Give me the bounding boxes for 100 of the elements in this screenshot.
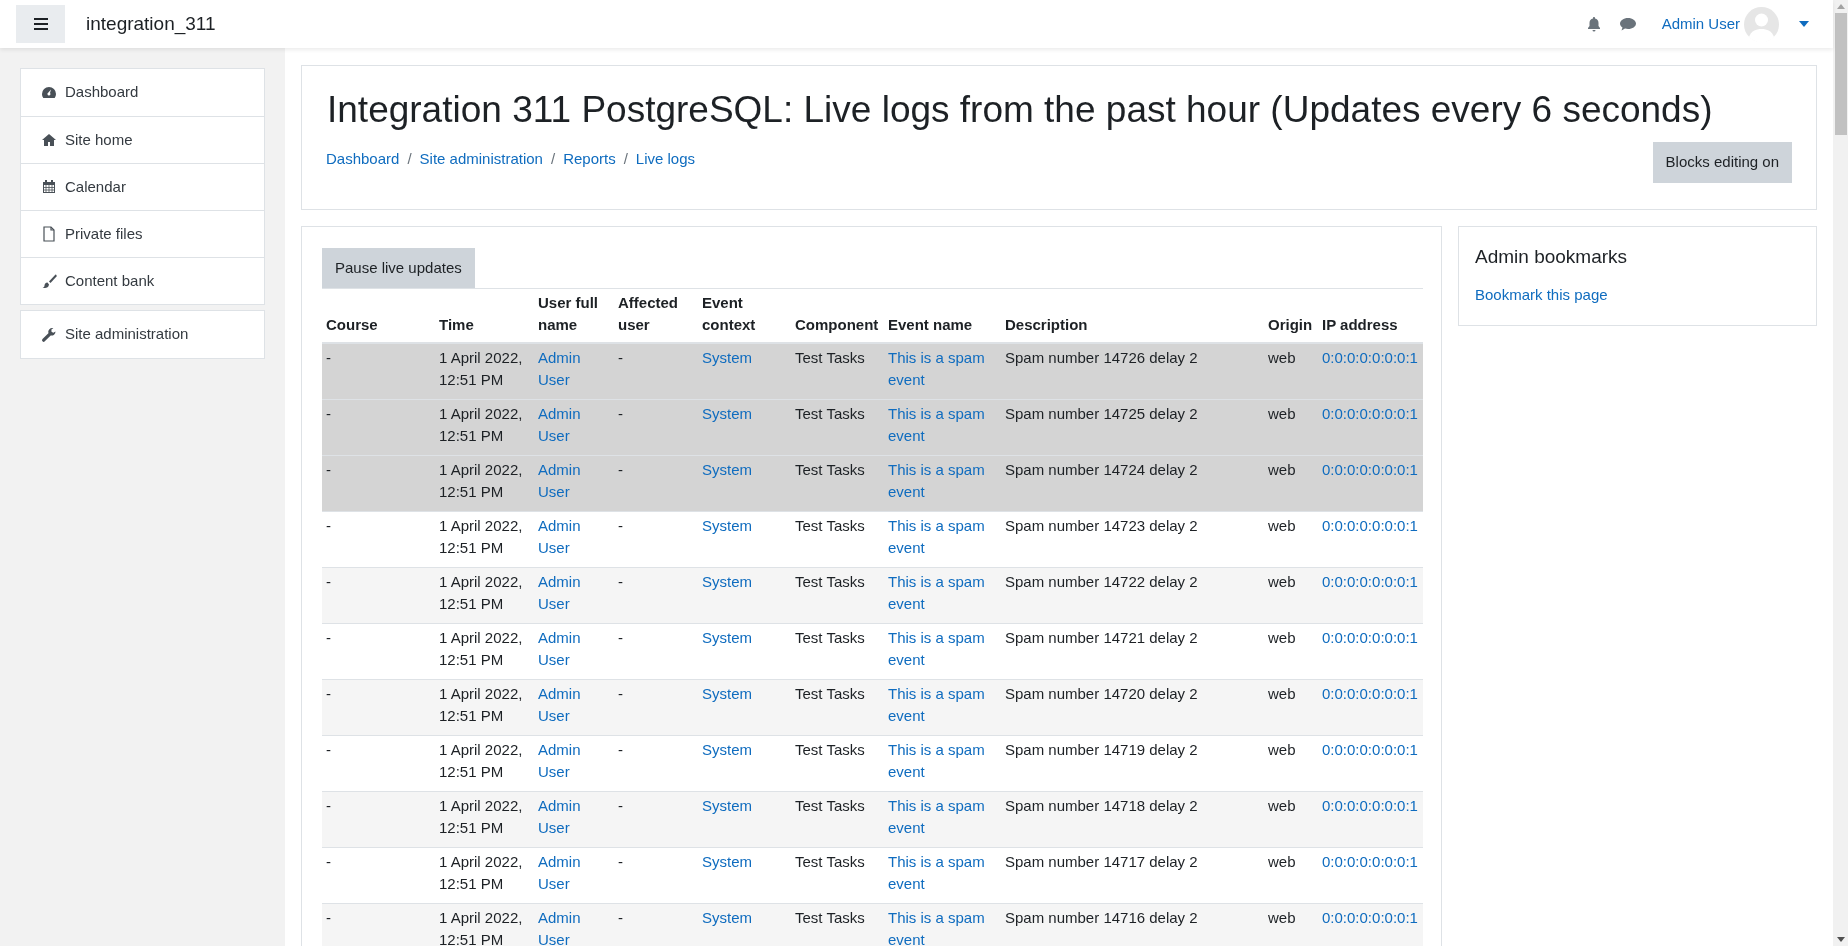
table-cell: Test Tasks (795, 797, 865, 815)
house-icon (41, 132, 57, 148)
table-link[interactable]: System (702, 571, 787, 594)
table-cell: web (1268, 349, 1296, 367)
table-cell: - (326, 405, 331, 423)
table-cell: Test Tasks (795, 741, 865, 759)
table-link[interactable]: System (702, 403, 787, 426)
scrollbar-thumb[interactable] (1834, 13, 1847, 135)
table-link[interactable]: System (702, 459, 787, 482)
table-cell: - (326, 741, 331, 759)
table-link[interactable]: This is a spam event (888, 795, 997, 840)
user-name-link[interactable]: Admin User (1661, 12, 1740, 36)
table-link[interactable]: System (702, 739, 787, 762)
table-link[interactable]: 0:0:0:0:0:0:0:1 (1322, 403, 1419, 426)
table-cell: - (618, 573, 623, 591)
scroll-down-icon[interactable] (1836, 937, 1845, 942)
table-link[interactable]: Admin User (538, 795, 610, 840)
table-link[interactable]: 0:0:0:0:0:0:0:1 (1322, 739, 1419, 762)
table-cell: - (326, 461, 331, 479)
table-link[interactable]: This is a spam event (888, 739, 997, 784)
table-cell: - (326, 685, 331, 703)
menu-button[interactable] (16, 5, 65, 43)
table-link[interactable]: Admin User (538, 851, 610, 896)
table-link[interactable]: This is a spam event (888, 627, 997, 672)
table-link[interactable]: System (702, 851, 787, 874)
table-link[interactable]: Admin User (538, 739, 610, 784)
table-link[interactable]: Admin User (538, 403, 610, 448)
table-link[interactable]: Admin User (538, 459, 610, 504)
table-cell: Test Tasks (795, 517, 865, 535)
table-link[interactable]: Admin User (538, 627, 610, 672)
sidebar-item[interactable]: Site administration (21, 311, 264, 358)
table-cell: Test Tasks (795, 629, 865, 647)
table-cell: - (618, 685, 623, 703)
file-icon (41, 226, 57, 242)
table-cell: - (618, 853, 623, 871)
table-link[interactable]: System (702, 795, 787, 818)
table-cell: Spam number 14726 delay 2 (1005, 349, 1198, 367)
table-link[interactable]: Admin User (538, 907, 610, 946)
sidebar-item[interactable]: Content bank (21, 257, 264, 304)
table-cell: Spam number 14720 delay 2 (1005, 685, 1198, 703)
table-link[interactable]: 0:0:0:0:0:0:0:1 (1322, 571, 1419, 594)
table-link[interactable]: Admin User (538, 347, 610, 392)
chat-bubble-icon[interactable] (1618, 16, 1637, 32)
table-link[interactable]: 0:0:0:0:0:0:0:1 (1322, 627, 1419, 650)
blocks-editing-button[interactable]: Blocks editing on (1652, 142, 1792, 183)
table-link[interactable]: Admin User (538, 683, 610, 728)
table-cell: - (326, 517, 331, 535)
table-link[interactable]: 0:0:0:0:0:0:0:1 (1322, 459, 1419, 482)
table-cell: 1 April 2022, 12:51 PM (439, 573, 523, 613)
dashboard-icon (41, 84, 57, 101)
sidebar-item[interactable]: Private files (21, 210, 264, 257)
table-link[interactable]: Admin User (538, 515, 610, 560)
table-cell: Test Tasks (795, 573, 865, 591)
table-link[interactable]: System (702, 515, 787, 538)
table-link[interactable]: This is a spam event (888, 907, 997, 946)
breadcrumb-separator: / (406, 149, 413, 170)
table-cell: web (1268, 685, 1296, 703)
table-link[interactable]: System (702, 347, 787, 370)
table-cell: web (1268, 797, 1296, 815)
table-link[interactable]: This is a spam event (888, 347, 997, 392)
sidebar-item[interactable]: Site home (21, 116, 264, 163)
table-link[interactable]: This is a spam event (888, 571, 997, 616)
table-link[interactable]: 0:0:0:0:0:0:0:1 (1322, 683, 1419, 706)
table-link[interactable]: This is a spam event (888, 403, 997, 448)
table-cell: - (326, 349, 331, 367)
table-link[interactable]: System (702, 627, 787, 650)
breadcrumb-link[interactable]: Site administration (419, 148, 543, 171)
table-link[interactable]: 0:0:0:0:0:0:0:1 (1322, 347, 1419, 370)
table-cell: 1 April 2022, 12:51 PM (439, 853, 523, 893)
caret-icon[interactable] (1799, 21, 1809, 27)
table-cell: Spam number 14725 delay 2 (1005, 405, 1198, 423)
site-name[interactable]: integration_311 (86, 9, 216, 39)
bookmark-link[interactable]: Bookmark this page (1475, 284, 1608, 307)
table-link[interactable]: This is a spam event (888, 515, 997, 560)
sidebar-item[interactable]: Dashboard (21, 69, 264, 116)
table-link[interactable]: System (702, 907, 787, 930)
calendar-icon (41, 179, 57, 195)
table-link[interactable]: Admin User (538, 571, 610, 616)
table-cell: web (1268, 405, 1296, 423)
table-link[interactable]: 0:0:0:0:0:0:0:1 (1322, 851, 1419, 874)
table-link[interactable]: This is a spam event (888, 683, 997, 728)
table-cell: 1 April 2022, 12:51 PM (439, 909, 523, 946)
breadcrumb-link[interactable]: Dashboard (326, 148, 400, 171)
table-cell: - (618, 741, 623, 759)
table-cell: Test Tasks (795, 909, 865, 927)
table-link[interactable]: 0:0:0:0:0:0:0:1 (1322, 795, 1419, 818)
table-link[interactable]: This is a spam event (888, 459, 997, 504)
table-link[interactable]: 0:0:0:0:0:0:0:1 (1322, 515, 1419, 538)
table-link[interactable]: System (702, 683, 787, 706)
table-link[interactable]: This is a spam event (888, 851, 997, 896)
scrollbar[interactable] (1833, 0, 1848, 946)
table-link[interactable]: 0:0:0:0:0:0:0:1 (1322, 907, 1419, 930)
table-cell: Spam number 14717 delay 2 (1005, 853, 1198, 871)
table-cell: web (1268, 629, 1296, 647)
table-cell: 1 April 2022, 12:51 PM (439, 741, 523, 781)
bell-icon[interactable] (1585, 16, 1602, 32)
breadcrumb-link[interactable]: Live logs (635, 148, 696, 171)
pause-button[interactable]: Pause live updates (322, 247, 475, 289)
sidebar-item[interactable]: Calendar (21, 163, 264, 210)
breadcrumb-link[interactable]: Reports (563, 148, 616, 171)
